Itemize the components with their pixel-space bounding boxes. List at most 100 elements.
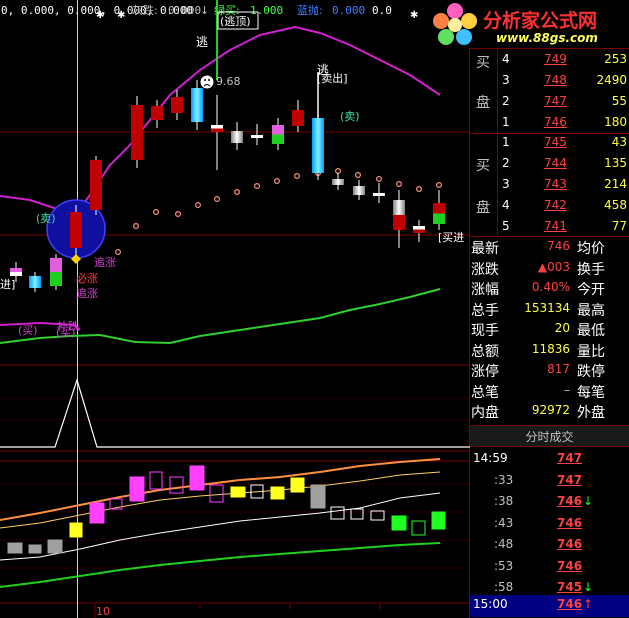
bi-zhang-label: 必涨	[76, 272, 98, 285]
order-level: 2	[502, 156, 510, 170]
order-price: 748	[544, 73, 567, 87]
escape-top-box-label: (逃顶)	[220, 15, 251, 28]
volume-box	[290, 477, 305, 493]
stat-row: 涨幅 0.40% 今开	[470, 279, 629, 299]
order-level: 4	[502, 52, 510, 66]
sar-dot	[436, 182, 443, 189]
stat-label: 内盘	[471, 405, 499, 421]
candle-body	[211, 128, 223, 132]
sell-label: (卖)	[36, 212, 56, 225]
face-icon	[199, 74, 215, 90]
stat-value: 20	[554, 321, 570, 335]
stat-row: 内盘 92972 外盘	[470, 402, 629, 422]
tick-time: :58	[494, 580, 514, 594]
buy-order-row[interactable]: 5 741 77	[470, 217, 629, 237]
order-level: 5	[502, 219, 510, 233]
stat-label: 最低	[577, 323, 605, 339]
order-volume: 2490	[596, 73, 627, 87]
buy-order-row[interactable]: 1 745 43	[470, 133, 629, 153]
tick-time: :43	[494, 515, 514, 530]
sell-out-label: [卖出]	[317, 71, 348, 85]
star-icon: ✱	[117, 10, 125, 21]
sell-order-row[interactable]: 2 747 55	[470, 92, 629, 112]
sar-dot	[396, 181, 403, 188]
tick-time: 15:00	[473, 597, 508, 611]
star-icon: ✱	[96, 10, 104, 21]
candle-body	[29, 276, 41, 288]
green-band	[0, 542, 441, 588]
stat-label: 跌停	[577, 364, 605, 380]
sar-dot	[175, 211, 182, 218]
candle-body	[393, 200, 405, 215]
candle-body	[413, 229, 425, 233]
time-axis	[94, 603, 381, 618]
tick-row[interactable]: 15:00 746 ↑	[470, 595, 629, 617]
candle-body	[191, 88, 203, 122]
tick-row[interactable]: :38 746 ↓	[470, 492, 629, 512]
tick-price: 747	[557, 472, 583, 487]
order-volume: 43	[611, 135, 627, 149]
gray-label: 灰跌:	[132, 3, 158, 17]
order-volume: 180	[604, 115, 627, 129]
candle-body	[10, 268, 22, 272]
price-tag: 9.68	[216, 75, 241, 88]
buy-order-row[interactable]: 2 744 135	[470, 154, 629, 174]
tick-row[interactable]: :53 746	[470, 557, 629, 577]
sar-dot	[214, 196, 221, 203]
candle-body	[231, 131, 243, 143]
tick-row[interactable]: 14:59 747	[470, 449, 629, 469]
tick-time: :53	[494, 558, 514, 573]
candle-body	[10, 272, 22, 276]
sell-order-row[interactable]: 1 746 180	[470, 113, 629, 133]
order-price: 745	[544, 135, 567, 149]
date-marker: 10	[96, 605, 110, 618]
volume-box	[310, 484, 326, 509]
volume-box	[391, 515, 407, 531]
volume-box	[230, 486, 246, 498]
sell-order-row[interactable]: 3 748 2490	[470, 71, 629, 91]
candle-body	[50, 258, 62, 272]
blue-value: 0.000	[332, 4, 365, 17]
tick-price: 746	[557, 515, 583, 530]
tick-price: 746	[557, 597, 583, 611]
tick-row[interactable]: :48 746	[470, 535, 629, 555]
tick-time: :38	[494, 494, 514, 508]
sell-order-row[interactable]: 4 749 253	[470, 50, 629, 70]
volume-box	[129, 476, 145, 502]
quote-panel: 买 盘 买 盘 4 749 253 3 748 2490 2 747 55 1 746 180 1 745…	[470, 0, 629, 618]
sar-dot	[153, 209, 160, 216]
candle-body	[353, 186, 365, 195]
buy-order-row[interactable]: 3 743 214	[470, 175, 629, 195]
white-band	[0, 492, 441, 561]
sar-dot	[294, 173, 301, 180]
stat-value: ▲003	[537, 259, 570, 274]
buy-order-row[interactable]: 4 742 458	[470, 196, 629, 216]
stat-row: 涨跌 ▲003 换手	[470, 259, 629, 279]
volume-box	[270, 486, 285, 500]
order-level: 1	[502, 115, 510, 129]
arrow-down-icon: ↓	[200, 4, 209, 17]
volume-box	[7, 542, 23, 554]
order-price: 749	[544, 52, 567, 66]
arrow-down-icon: ↓	[583, 494, 594, 508]
blue-label: 蓝抛:	[297, 3, 323, 17]
bu-die-label: 补跌	[57, 319, 79, 333]
order-volume: 253	[604, 52, 627, 66]
tick-row[interactable]: :33 747	[470, 471, 629, 491]
stat-label: 最高	[577, 302, 605, 319]
volume-box	[149, 471, 163, 490]
sar-dot	[254, 183, 261, 190]
volume-box	[89, 502, 105, 524]
sar-dot	[416, 186, 423, 193]
ticks-header: 分时成交	[470, 425, 629, 447]
volume-box	[209, 484, 224, 503]
order-volume: 135	[604, 156, 627, 170]
order-volume: 77	[611, 219, 627, 233]
magenta-band-line	[0, 25, 441, 217]
tick-row[interactable]: :43 746	[470, 514, 629, 534]
candle-body	[312, 118, 324, 173]
sar-dot	[355, 172, 362, 179]
zhui-zhang-label: 追涨	[94, 255, 116, 269]
stat-row: 涨停 817 跌停	[470, 361, 629, 381]
escape-top-label: 逃	[196, 35, 208, 49]
